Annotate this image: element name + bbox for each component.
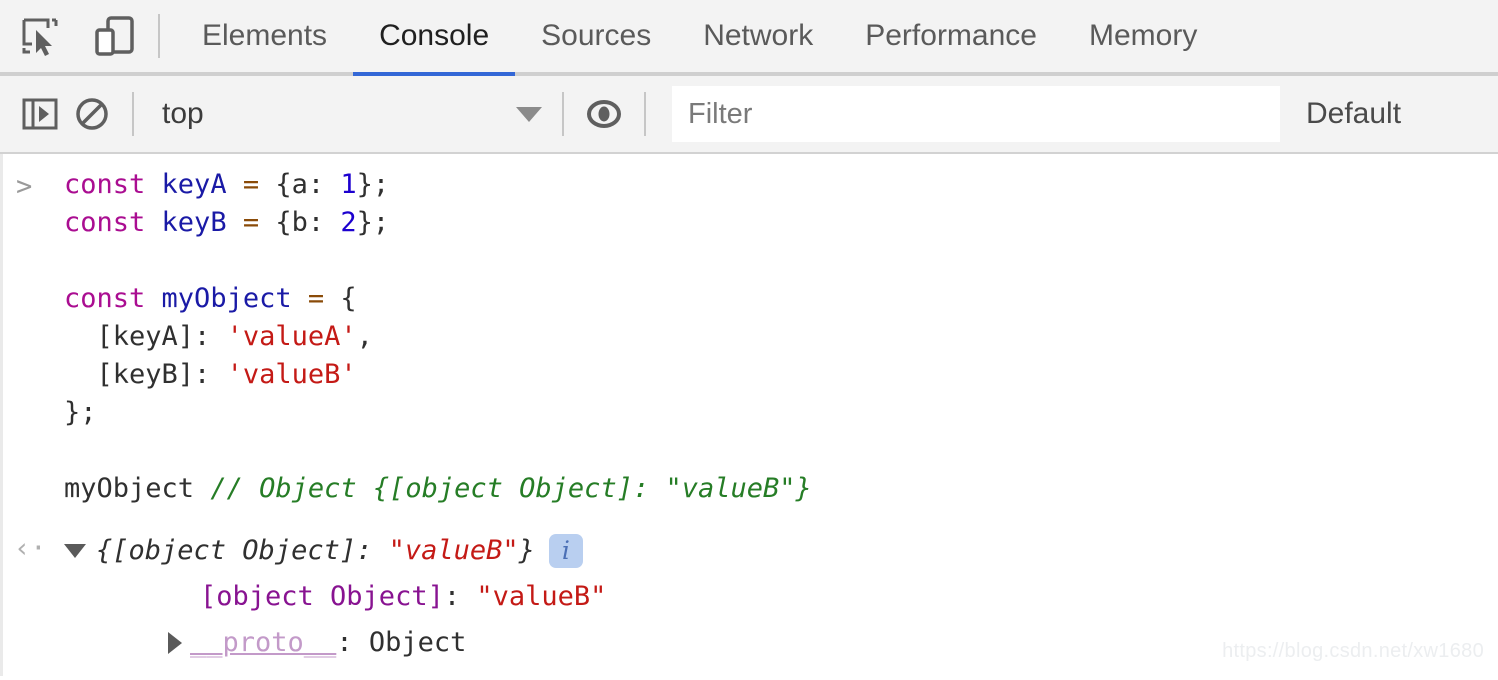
watermark-text: https://blog.csdn.net/xw1680 bbox=[1222, 640, 1484, 662]
result-preview-line[interactable]: {[object Object]: "valueB"} i bbox=[64, 528, 1498, 574]
code-line: }; bbox=[64, 394, 1498, 432]
return-arrow-icon: ‹· bbox=[14, 533, 47, 564]
console-output-area[interactable]: > const keyA = {a: 1}; const keyB = {b: 2… bbox=[0, 154, 1498, 676]
preview-prefix: {[object Object]: bbox=[96, 535, 389, 566]
property-separator: : bbox=[443, 581, 477, 612]
live-expression-icon[interactable] bbox=[578, 88, 630, 140]
expand-triangle-icon[interactable] bbox=[64, 544, 86, 558]
tab-memory[interactable]: Memory bbox=[1063, 0, 1223, 72]
code-token: 2 bbox=[340, 207, 357, 238]
code-token: myObject bbox=[161, 283, 292, 314]
filterbar-divider-2 bbox=[562, 92, 564, 136]
tab-console[interactable]: Console bbox=[353, 0, 516, 76]
proto-separator: : bbox=[336, 627, 369, 658]
code-token: const bbox=[64, 207, 146, 238]
console-sidebar-icon[interactable] bbox=[14, 88, 66, 140]
tab-label: Memory bbox=[1088, 19, 1198, 52]
devtools-tabbar: Elements Console Sources Network Perform… bbox=[0, 0, 1498, 76]
preview-suffix: } bbox=[518, 535, 535, 566]
code-token: = bbox=[307, 283, 325, 314]
inspect-element-icon[interactable] bbox=[14, 10, 66, 62]
tab-sources[interactable]: Sources bbox=[515, 0, 677, 72]
tab-label: Elements bbox=[202, 19, 328, 52]
tab-label: Performance bbox=[865, 19, 1037, 52]
tab-network[interactable]: Network bbox=[677, 0, 839, 72]
code-token: = bbox=[242, 169, 260, 200]
device-toolbar-icon[interactable] bbox=[88, 10, 140, 62]
prompt-arrow-icon: > bbox=[16, 171, 33, 202]
code-token: 'valueB' bbox=[226, 359, 357, 390]
filter-input[interactable] bbox=[672, 86, 1280, 142]
code-line: const keyB = {b: 2}; bbox=[64, 204, 1498, 242]
proto-value[interactable]: Object bbox=[369, 624, 467, 662]
proto-key[interactable]: __proto__ bbox=[190, 624, 336, 662]
devtools-tab-list: Elements Console Sources Network Perform… bbox=[176, 0, 1223, 76]
tab-label: Network bbox=[703, 19, 814, 52]
object-property-row[interactable]: [object Object]: "valueB" bbox=[64, 574, 1498, 620]
devtools-tool-icons bbox=[0, 10, 140, 62]
clear-console-icon[interactable] bbox=[66, 88, 118, 140]
code-line: myObject // Object {[object Object]: "va… bbox=[64, 470, 1498, 508]
code-line: const keyA = {a: 1}; bbox=[64, 166, 1498, 204]
code-token: 1 bbox=[340, 169, 357, 200]
code-token: = bbox=[242, 207, 260, 238]
filterbar-divider-3 bbox=[644, 92, 646, 136]
tab-label: Console bbox=[379, 19, 490, 52]
preview-value: "valueB" bbox=[388, 535, 519, 566]
code-token: const bbox=[64, 169, 146, 200]
property-key: [object Object] bbox=[200, 581, 444, 612]
info-badge-icon[interactable]: i bbox=[548, 534, 583, 568]
code-line: const myObject = { bbox=[64, 280, 1498, 318]
console-filterbar: top Default bbox=[0, 76, 1498, 154]
code-token: }; bbox=[356, 207, 390, 238]
code-token: {b: bbox=[259, 207, 341, 238]
code-line: [keyA]: 'valueA', bbox=[64, 318, 1498, 356]
tab-label: Sources bbox=[541, 19, 652, 52]
code-token: }; bbox=[64, 397, 97, 428]
property-value: "valueB" bbox=[476, 581, 607, 612]
tab-performance[interactable]: Performance bbox=[839, 0, 1063, 72]
console-input-entry[interactable]: > const keyA = {a: 1}; const keyB = {b: 2… bbox=[0, 154, 1498, 508]
code-token: // Object {[object Object]: "valueB"} bbox=[210, 473, 812, 504]
collapse-triangle-icon[interactable] bbox=[168, 632, 182, 654]
code-token: keyA bbox=[161, 169, 227, 200]
object-preview: {[object Object]: "valueB"} bbox=[96, 532, 535, 570]
code-token: [keyA]: bbox=[64, 321, 227, 352]
log-levels-dropdown[interactable]: Default bbox=[1306, 97, 1401, 131]
code-token: [keyB]: bbox=[64, 359, 227, 390]
toolbar-divider bbox=[158, 14, 160, 58]
chevron-down-icon bbox=[516, 106, 542, 122]
code-token: myObject bbox=[64, 473, 211, 504]
tab-elements[interactable]: Elements bbox=[176, 0, 353, 72]
code-token: }; bbox=[356, 169, 390, 200]
code-token: keyB bbox=[161, 207, 227, 238]
code-token: 'valueA' bbox=[226, 321, 357, 352]
code-token: const bbox=[64, 283, 146, 314]
code-token: {a: bbox=[259, 169, 341, 200]
filterbar-divider-1 bbox=[132, 92, 134, 136]
code-token: , bbox=[356, 321, 373, 352]
console-input-code: const keyA = {a: 1}; const keyB = {b: 2};… bbox=[64, 166, 1498, 508]
execution-context-select[interactable]: top bbox=[148, 97, 548, 131]
code-line: [keyB]: 'valueB' bbox=[64, 356, 1498, 394]
execution-context-value: top bbox=[162, 97, 204, 130]
code-token: { bbox=[324, 283, 357, 314]
devtools-window: Elements Console Sources Network Perform… bbox=[0, 0, 1498, 680]
log-levels-label: Default bbox=[1306, 97, 1402, 130]
